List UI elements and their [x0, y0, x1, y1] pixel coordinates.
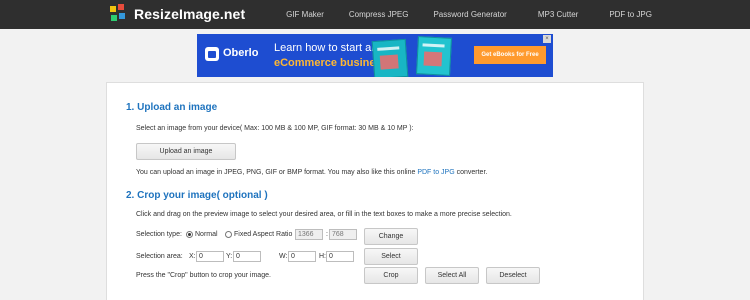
- site-logo[interactable]: ResizeImage.net: [108, 3, 245, 25]
- ebook-cover-image: [416, 36, 452, 76]
- x-input[interactable]: 0: [196, 251, 224, 262]
- ratio-width-input[interactable]: 1366: [295, 229, 323, 240]
- h-input[interactable]: 0: [326, 251, 354, 262]
- nav-password-generator[interactable]: Password Generator: [433, 10, 506, 19]
- normal-radio[interactable]: [186, 231, 193, 238]
- selection-area-label: Selection area:: [136, 253, 183, 260]
- main-nav: GIF Maker Compress JPEG Password Generat…: [286, 0, 652, 29]
- logo-icon: [108, 4, 128, 24]
- logo-text: ResizeImage.net: [134, 6, 246, 22]
- h-label: H:: [319, 253, 326, 260]
- normal-option-label: Normal: [195, 231, 218, 238]
- nav-pdf-to-jpg[interactable]: PDF to JPG: [609, 10, 652, 19]
- change-button[interactable]: Change: [364, 228, 418, 245]
- y-label: Y:: [226, 253, 233, 260]
- nav-gif-maker[interactable]: GIF Maker: [286, 10, 324, 19]
- select-button[interactable]: Select: [364, 248, 418, 265]
- upload-instructions: Select an image from your device( Max: 1…: [136, 125, 414, 132]
- w-label: W:: [279, 253, 288, 260]
- ad-brand: Oberlo: [223, 47, 259, 59]
- ad-close-icon[interactable]: ×: [543, 35, 551, 43]
- ad-cta-button[interactable]: Get eBooks for Free: [474, 46, 546, 64]
- ratio-height-input[interactable]: 768: [329, 229, 357, 240]
- resize-tool-panel: 1. Upload an image Select an image from …: [106, 82, 644, 300]
- nav-compress-jpeg[interactable]: Compress JPEG: [349, 10, 409, 19]
- upload-section-heading: 1. Upload an image: [126, 102, 218, 113]
- crop-hint: Press the "Crop" button to crop your ima…: [136, 272, 271, 279]
- formats-text-prefix: You can upload an image in JPEG, PNG, GI…: [136, 169, 418, 176]
- ebook-cover-image: [371, 38, 409, 77]
- y-input[interactable]: 0: [233, 251, 261, 262]
- selection-type-label: Selection type:: [136, 231, 182, 238]
- nav-mp3-cutter[interactable]: MP3 Cutter: [538, 10, 578, 19]
- ad-headline-line1: Learn how to start an: [274, 42, 378, 54]
- fixed-aspect-ratio-label: Fixed Aspect Ratio: [234, 231, 293, 238]
- select-all-button[interactable]: Select All: [425, 267, 479, 284]
- supported-formats-text: You can upload an image in JPEG, PNG, GI…: [136, 169, 487, 176]
- crop-section-heading: 2. Crop your image( optional ): [126, 190, 268, 201]
- upload-image-button[interactable]: Upload an image: [136, 143, 236, 160]
- formats-text-suffix: converter.: [454, 169, 488, 176]
- x-label: X:: [189, 253, 196, 260]
- oberlo-logo-icon: [205, 47, 219, 61]
- ratio-separator: :: [326, 231, 328, 238]
- top-navigation-bar: ResizeImage.net GIF Maker Compress JPEG …: [0, 0, 750, 29]
- ad-headline-line2: eCommerce business: [274, 57, 388, 69]
- deselect-button[interactable]: Deselect: [486, 267, 540, 284]
- crop-button[interactable]: Crop: [364, 267, 418, 284]
- w-input[interactable]: 0: [288, 251, 316, 262]
- crop-instructions: Click and drag on the preview image to s…: [136, 211, 512, 218]
- pdf-to-jpg-link[interactable]: PDF to JPG: [417, 169, 454, 176]
- advertisement-banner[interactable]: Oberlo Learn how to start an eCommerce b…: [197, 34, 553, 77]
- fixed-aspect-ratio-radio[interactable]: [225, 231, 232, 238]
